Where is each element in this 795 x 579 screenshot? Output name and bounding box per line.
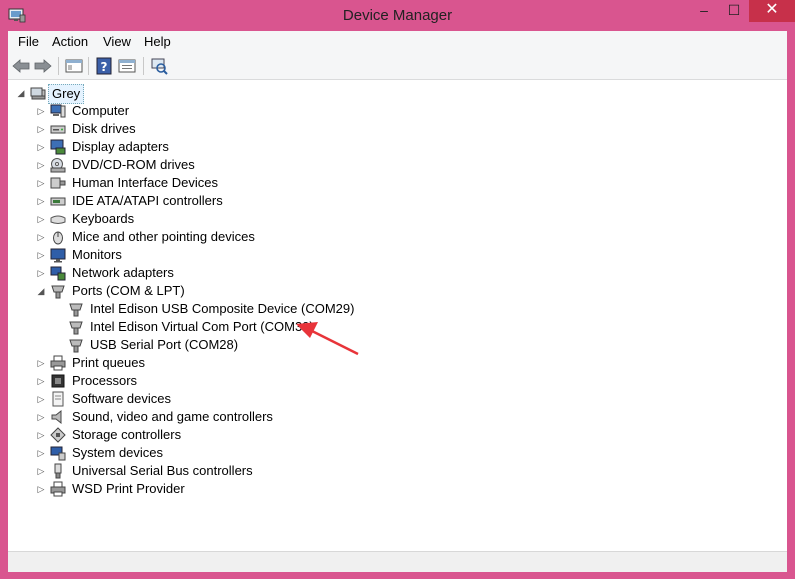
network-adapter-icon: [50, 266, 66, 281]
scan-hardware-icon: [151, 58, 168, 75]
collapse-toggle[interactable]: ◢: [36, 282, 46, 300]
port-icon: [69, 321, 83, 335]
expand-toggle[interactable]: ▷: [36, 444, 46, 462]
expand-toggle[interactable]: ▷: [36, 120, 46, 138]
tree-root[interactable]: ◢ Grey: [16, 84, 86, 104]
expand-toggle[interactable]: ▷: [36, 210, 46, 228]
client-area: File Action View Help ? ◢ Grey ▷ Compute…: [8, 31, 787, 572]
expand-toggle[interactable]: ▷: [36, 156, 46, 174]
expand-toggle[interactable]: ▷: [36, 174, 46, 192]
tree-item-label: Software devices: [72, 391, 171, 406]
toolbar-separator: [88, 57, 89, 75]
tree-item-label: Processors: [72, 373, 138, 388]
back-icon: [12, 59, 30, 73]
expand-toggle[interactable]: ▷: [36, 372, 46, 390]
expand-toggle[interactable]: ▷: [36, 102, 46, 120]
tree-item-label: IDE ATA/ATAPI controllers: [72, 193, 223, 208]
printer-icon: [50, 355, 66, 371]
expand-toggle[interactable]: ▷: [36, 246, 46, 264]
display-adapter-icon: [50, 139, 66, 155]
port-icon: [69, 339, 83, 353]
tree-item-label: Network adapters: [72, 265, 174, 280]
computer-icon: [50, 104, 66, 118]
keyboard-icon: [50, 215, 66, 224]
collapse-toggle[interactable]: ◢: [16, 84, 26, 102]
properties-button[interactable]: [117, 56, 137, 76]
port-icon: [51, 285, 65, 299]
toolbar: ?: [8, 52, 787, 80]
computer-root-icon: [30, 87, 46, 100]
tree-item-label: Computer: [72, 103, 130, 118]
forward-icon: [34, 59, 52, 73]
tree-item-label: Intel Edison USB Composite Device (COM29…: [90, 301, 355, 316]
software-device-icon: [52, 391, 64, 407]
expand-toggle[interactable]: ▷: [36, 192, 46, 210]
back-button[interactable]: [11, 56, 31, 76]
ide-controller-icon: [50, 197, 66, 206]
status-bar: [8, 551, 787, 572]
caption-buttons: – ☐ ✕: [689, 0, 795, 22]
processor-icon: [51, 374, 65, 388]
port-icon: [69, 303, 83, 317]
expand-toggle[interactable]: ▷: [36, 426, 46, 444]
tree-item-label: Storage controllers: [72, 427, 182, 442]
tree-item-label: Monitors: [72, 247, 122, 262]
monitor-icon: [50, 248, 66, 263]
menu-help[interactable]: Help: [144, 31, 171, 52]
tree-item-label: Ports (COM & LPT): [72, 283, 185, 298]
console-tree-icon: [65, 59, 83, 73]
show-hide-console-tree-button[interactable]: [64, 56, 84, 76]
close-button[interactable]: ✕: [749, 0, 795, 22]
properties-icon: [118, 59, 136, 73]
tree-item-label: Mice and other pointing devices: [72, 229, 255, 244]
tree-item-label: System devices: [72, 445, 164, 460]
tree-item-label: Display adapters: [72, 139, 169, 154]
title-bar[interactable]: Device Manager – ☐ ✕: [0, 0, 795, 31]
tree-item-label: Print queues: [72, 355, 145, 370]
menu-action[interactable]: Action: [52, 31, 88, 52]
svg-text:?: ?: [101, 60, 108, 74]
usb-icon: [54, 463, 62, 479]
window-title: Device Manager: [342, 7, 453, 24]
system-device-icon: [50, 446, 66, 461]
printer-icon: [50, 481, 66, 497]
mouse-icon: [53, 231, 63, 245]
tree-item-label: Universal Serial Bus controllers: [72, 463, 253, 478]
scan-hardware-button[interactable]: [149, 56, 169, 76]
tree-item-label: Disk drives: [72, 121, 136, 136]
tree-item-label: USB Serial Port (COM28): [90, 337, 239, 352]
device-manager-window: Device Manager – ☐ ✕ File Action View He…: [0, 0, 795, 579]
tree-item-label: WSD Print Provider: [72, 481, 185, 496]
maximize-button[interactable]: ☐: [719, 0, 749, 22]
minimize-button[interactable]: –: [689, 0, 719, 22]
menu-file[interactable]: File: [18, 31, 39, 52]
disk-drive-icon: [50, 125, 66, 134]
expand-toggle[interactable]: ▷: [36, 462, 46, 480]
tree-item-label: Intel Edison Virtual Com Port (COM30): [90, 319, 314, 334]
dvd-drive-icon: [50, 158, 66, 173]
tree-item-label: Human Interface Devices: [72, 175, 218, 190]
expand-toggle[interactable]: ▷: [36, 138, 46, 156]
menu-bar: File Action View Help: [8, 31, 787, 52]
speaker-icon: [51, 409, 62, 425]
help-button[interactable]: ?: [94, 56, 114, 76]
tree-root-label: Grey: [48, 84, 85, 104]
expand-toggle[interactable]: ▷: [36, 390, 46, 408]
device-tree: ◢ Grey ▷ Computer ▷ Disk drives ▷ Displa…: [8, 81, 787, 551]
tree-item-label: Keyboards: [72, 211, 135, 226]
expand-toggle[interactable]: ▷: [36, 480, 46, 498]
expand-toggle[interactable]: ▷: [36, 264, 46, 282]
hid-icon: [50, 177, 66, 189]
storage-controller-icon: [50, 427, 66, 443]
menu-view[interactable]: View: [103, 31, 131, 52]
expand-toggle[interactable]: ▷: [36, 228, 46, 246]
toolbar-separator: [143, 57, 144, 75]
toolbar-separator: [58, 57, 59, 75]
help-icon: ?: [96, 57, 112, 75]
expand-toggle[interactable]: ▷: [36, 354, 46, 372]
tree-item-label: Sound, video and game controllers: [72, 409, 273, 424]
tree-item-label: DVD/CD-ROM drives: [72, 157, 195, 172]
expand-toggle[interactable]: ▷: [36, 408, 46, 426]
forward-button[interactable]: [33, 56, 53, 76]
